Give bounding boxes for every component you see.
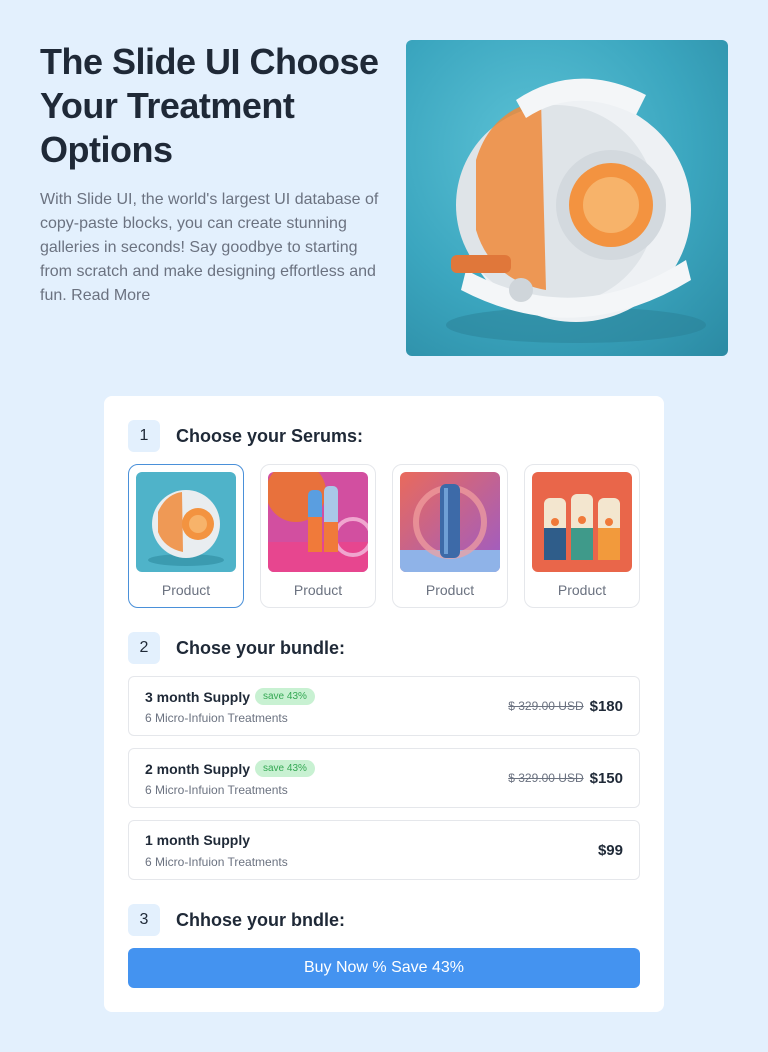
product-card[interactable]: Product bbox=[524, 464, 640, 608]
hero-description: With Slide UI, the world's largest UI da… bbox=[40, 191, 379, 304]
save-badge: save 43% bbox=[255, 760, 315, 777]
bundle-name: 2 month Supply bbox=[145, 760, 250, 777]
bundle-price: $ 329.00 USD $180 bbox=[508, 677, 623, 735]
hero-title: The Slide UI Choose Your Treatment Optio… bbox=[40, 41, 379, 170]
old-price: $ 329.00 USD bbox=[508, 771, 584, 785]
product-label: Product bbox=[293, 582, 343, 598]
step-title: Chhose your bndle: bbox=[176, 909, 346, 930]
product-card[interactable]: Product bbox=[128, 464, 244, 608]
bundle-price: $ 329.00 USD $150 bbox=[508, 749, 623, 807]
step-number: 1 bbox=[128, 420, 160, 452]
bundle-name-row: 1 month Supply bbox=[145, 832, 250, 848]
new-price: $150 bbox=[589, 769, 623, 787]
new-price: $99 bbox=[597, 841, 623, 859]
product-image bbox=[532, 472, 632, 572]
product-image bbox=[268, 472, 368, 572]
bundle-name-row: 3 month Supply save 43% bbox=[145, 688, 315, 705]
save-badge: save 43% bbox=[255, 688, 315, 705]
old-price: $ 329.00 USD bbox=[508, 699, 584, 713]
bundle-name-row: 2 month Supply save 43% bbox=[145, 760, 315, 777]
product-list: Product Product Product Product bbox=[128, 464, 640, 608]
bundle-option-3-month[interactable]: 3 month Supply save 43% 6 Micro-Infuion … bbox=[128, 676, 640, 736]
product-label: Product bbox=[161, 582, 211, 598]
step-3: 3 Chhose your bndle: bbox=[128, 904, 345, 936]
bundle-option-1-month[interactable]: 1 month Supply 6 Micro-Infuion Treatment… bbox=[128, 820, 640, 880]
step-number: 3 bbox=[128, 904, 160, 936]
bundle-price: $99 bbox=[598, 821, 623, 879]
new-price: $180 bbox=[589, 697, 623, 715]
product-label: Product bbox=[557, 582, 607, 598]
step-number: 2 bbox=[128, 632, 160, 664]
product-image bbox=[400, 472, 500, 572]
step-2: 2 Chose your bundle: bbox=[128, 632, 345, 664]
step-title: Choose your Serums: bbox=[176, 425, 364, 446]
treatment-card: 1 Choose your Serums: Product Product Pr… bbox=[104, 396, 664, 1012]
product-image bbox=[136, 472, 236, 572]
step-title: Chose your bundle: bbox=[176, 637, 346, 658]
bundle-name: 3 month Supply bbox=[145, 688, 250, 705]
hero-product-image bbox=[406, 40, 728, 356]
bundle-subtitle: 6 Micro-Infuion Treatments bbox=[145, 783, 288, 797]
buy-now-button[interactable]: Buy Now % Save 43% bbox=[128, 948, 640, 988]
bundle-subtitle: 6 Micro-Infuion Treatments bbox=[145, 711, 288, 725]
step-1: 1 Choose your Serums: bbox=[128, 420, 363, 452]
product-card[interactable]: Product bbox=[392, 464, 508, 608]
product-card[interactable]: Product bbox=[260, 464, 376, 608]
bundle-name: 1 month Supply bbox=[145, 832, 250, 848]
bundle-option-2-month[interactable]: 2 month Supply save 43% 6 Micro-Infuion … bbox=[128, 748, 640, 808]
bundle-subtitle: 6 Micro-Infuion Treatments bbox=[145, 855, 288, 869]
product-label: Product bbox=[425, 582, 475, 598]
